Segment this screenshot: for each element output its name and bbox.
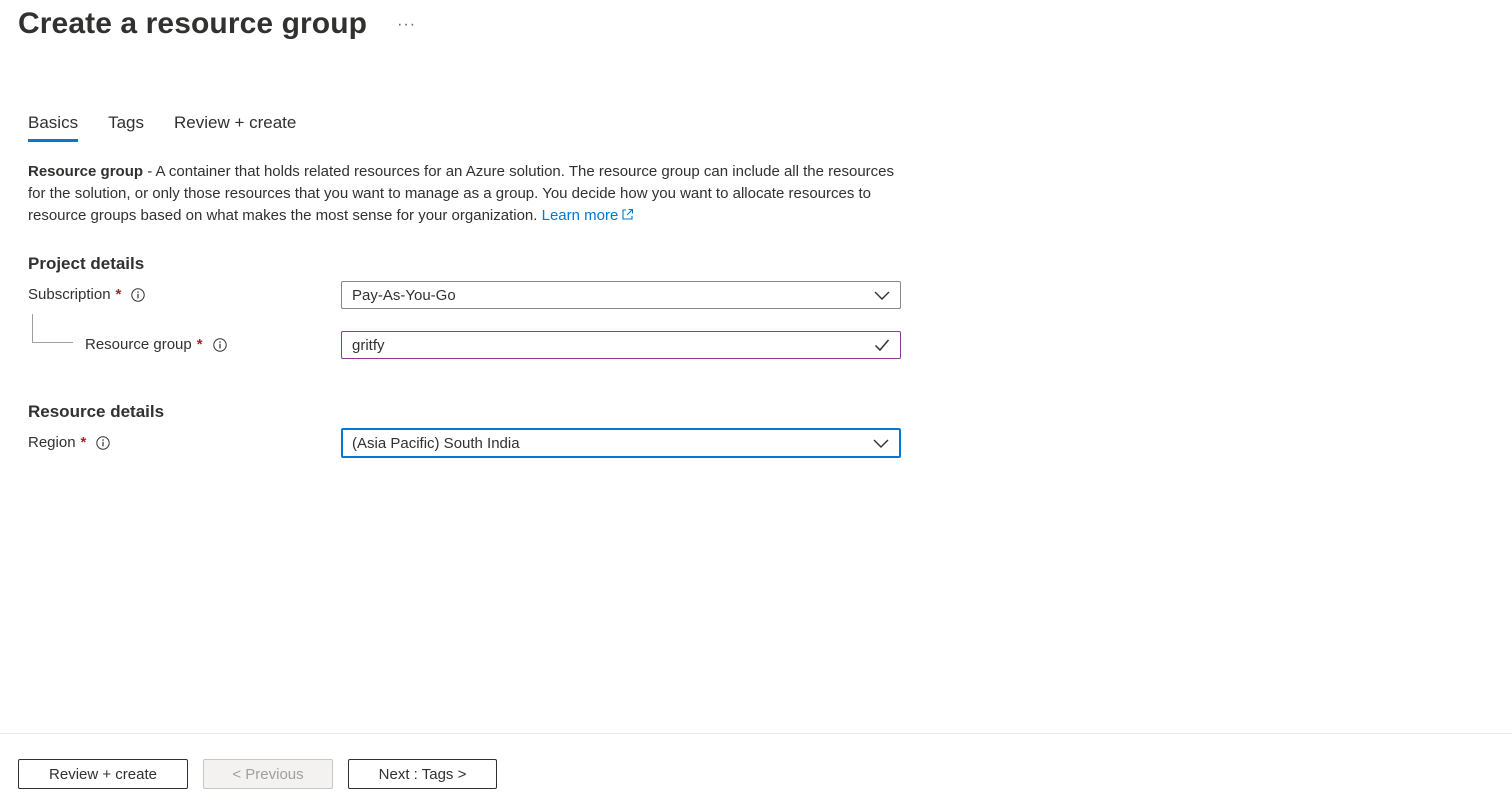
region-label: Region * <box>28 434 111 451</box>
learn-more-label: Learn more <box>541 207 619 224</box>
previous-button[interactable]: < Previous <box>203 759 333 789</box>
resource-group-input[interactable]: gritfy <box>341 331 901 359</box>
tab-basics[interactable]: Basics <box>28 110 79 142</box>
review-create-button[interactable]: Review + create <box>18 759 188 789</box>
info-icon[interactable] <box>131 287 146 302</box>
project-details-heading: Project details <box>28 254 145 273</box>
tab-tags[interactable]: Tags <box>108 110 144 142</box>
next-tags-button[interactable]: Next : Tags > <box>348 759 497 789</box>
create-resource-group-page: Create a resource group ··· Basics Tags … <box>0 0 1512 805</box>
title-bar: Create a resource group ··· <box>18 4 416 44</box>
description-term: Resource group <box>28 163 144 180</box>
checkmark-icon <box>873 336 891 354</box>
tab-bar: Basics Tags Review + create <box>28 110 326 142</box>
info-icon[interactable] <box>212 337 227 352</box>
description-text: - A container that holds related resourc… <box>28 163 895 224</box>
page-title: Create a resource group <box>18 7 368 40</box>
required-marker: * <box>80 434 87 451</box>
more-options-icon[interactable]: ··· <box>397 16 416 34</box>
external-link-icon <box>621 206 634 228</box>
hierarchy-connector <box>32 314 73 343</box>
subscription-label-text: Subscription <box>28 286 111 303</box>
required-marker: * <box>196 336 203 353</box>
chevron-down-icon <box>873 286 891 304</box>
required-marker: * <box>115 286 122 303</box>
subscription-label: Subscription * <box>28 286 146 303</box>
tab-review-create[interactable]: Review + create <box>174 110 296 142</box>
region-value: (Asia Pacific) South India <box>352 434 520 452</box>
resource-group-label: Resource group * <box>85 336 227 353</box>
resource-details-heading: Resource details <box>28 402 165 421</box>
chevron-down-icon <box>872 434 890 452</box>
footer-divider <box>0 733 1512 734</box>
subscription-dropdown[interactable]: Pay-As-You-Go <box>341 281 901 309</box>
region-dropdown[interactable]: (Asia Pacific) South India <box>341 428 901 458</box>
resource-group-description: Resource group - A container that holds … <box>28 161 908 228</box>
resource-group-label-text: Resource group <box>85 336 192 353</box>
learn-more-link[interactable]: Learn more <box>542 207 635 224</box>
resource-group-value: gritfy <box>352 336 385 354</box>
region-label-text: Region <box>28 434 76 451</box>
subscription-value: Pay-As-You-Go <box>352 286 456 304</box>
info-icon[interactable] <box>96 435 111 450</box>
